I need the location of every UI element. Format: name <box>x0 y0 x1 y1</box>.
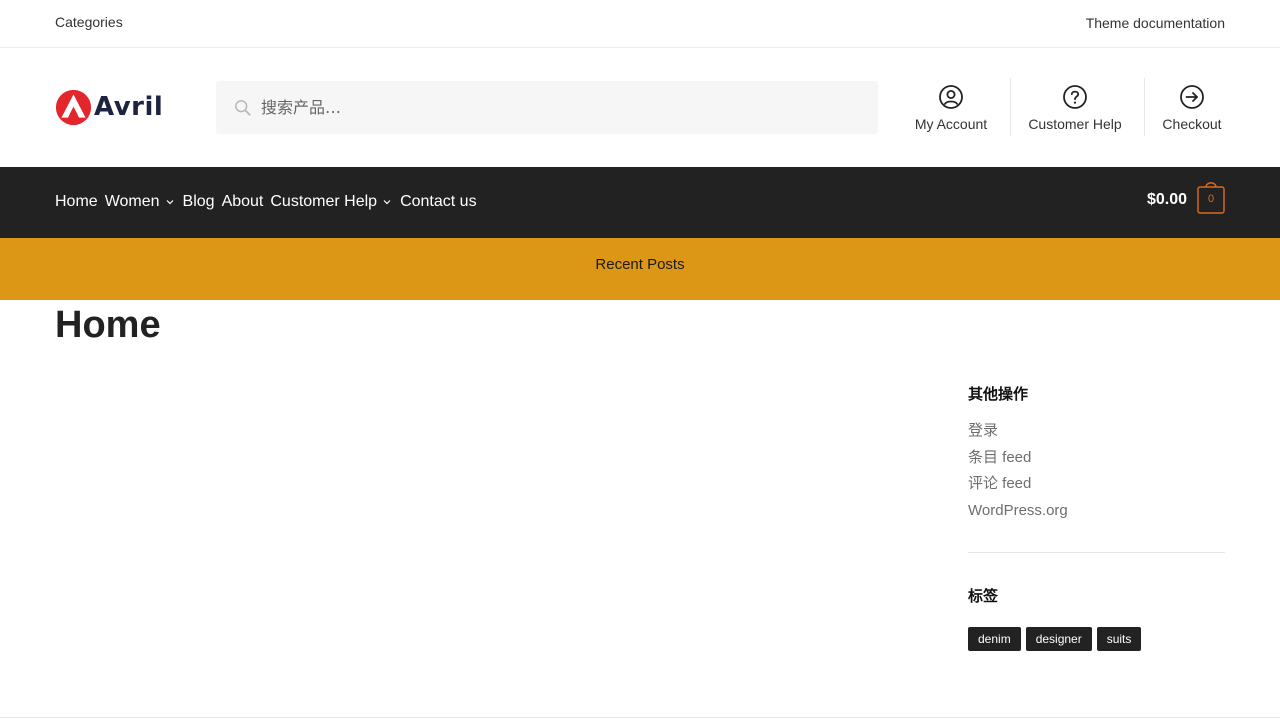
nav-item-label: Women <box>104 193 160 210</box>
nav-item-contact-us[interactable]: Contact us <box>400 193 476 211</box>
top-bar: Categories Theme documentation <box>0 0 1280 48</box>
mini-cart[interactable]: $0.00 0 <box>1147 181 1225 215</box>
widget-divider <box>968 552 1225 553</box>
my-account-label: My Account <box>914 116 988 132</box>
checkout-label: Checkout <box>1162 116 1222 132</box>
nav-menu: Home Women Blog About Customer Help Cont… <box>55 193 484 211</box>
recent-posts-banner: Recent Posts <box>0 238 1280 300</box>
nav-item-blog[interactable]: Blog <box>183 193 215 211</box>
primary-navigation: Home Women Blog About Customer Help Cont… <box>0 167 1280 238</box>
nav-item-label: About <box>221 193 264 210</box>
theme-documentation-link[interactable]: Theme documentation <box>1086 15 1225 31</box>
nav-item-label: Home <box>55 193 98 210</box>
my-account-link[interactable]: My Account <box>905 78 997 138</box>
customer-help-label: Customer Help <box>1028 116 1122 132</box>
site-logo[interactable]: Avril <box>55 88 163 126</box>
tag-denim[interactable]: denim <box>968 627 1021 651</box>
tags-widget-title: 标签 <box>968 588 999 605</box>
recent-posts-link[interactable]: Recent Posts <box>0 256 1280 273</box>
categories-link[interactable]: Categories <box>55 14 123 30</box>
nav-item-women[interactable]: Women <box>105 193 176 211</box>
user-circle-icon <box>939 85 963 109</box>
tag-suits[interactable]: suits <box>1096 627 1142 651</box>
search-input[interactable] <box>261 81 861 134</box>
cart-bag: 0 <box>1197 181 1225 215</box>
arrow-right-circle-icon <box>1180 85 1204 109</box>
help-circle-icon <box>1063 85 1087 109</box>
meta-link-entries-feed[interactable]: 条目 feed <box>968 445 1225 472</box>
meta-link-login[interactable]: 登录 <box>968 418 1225 445</box>
nav-item-label: Contact us <box>400 193 477 210</box>
checkout-link[interactable]: Checkout <box>1158 78 1226 138</box>
logo-mark-icon <box>55 89 92 125</box>
meta-widget-title: 其他操作 <box>968 386 1029 403</box>
product-search <box>216 81 878 134</box>
meta-link-wordpress[interactable]: WordPress.org <box>968 498 1225 525</box>
customer-help-link[interactable]: Customer Help <box>1024 78 1126 138</box>
nav-item-home[interactable]: Home <box>55 193 98 211</box>
page-title: Home <box>55 304 161 346</box>
site-header: Avril My Account Customer Help C <box>0 48 1280 167</box>
nav-item-label: Blog <box>182 193 215 210</box>
footer-divider <box>0 717 1280 718</box>
nav-item-about[interactable]: About <box>222 193 264 211</box>
tag-cloud: denim designer suits <box>968 627 1225 651</box>
header-divider <box>1144 78 1145 136</box>
sidebar: 其他操作 登录 条目 feed 评论 feed WordPress.org 标签… <box>968 383 1225 651</box>
tag-designer[interactable]: designer <box>1025 627 1092 651</box>
chevron-down-icon <box>166 200 173 205</box>
cart-amount: $0.00 <box>1146 191 1187 208</box>
nav-item-label: Customer Help <box>270 193 378 210</box>
cart-count: 0 <box>1207 193 1215 205</box>
chevron-down-icon <box>383 200 391 205</box>
meta-link-comments-feed[interactable]: 评论 feed <box>968 471 1225 498</box>
nav-item-customer-help[interactable]: Customer Help <box>270 193 393 211</box>
meta-links: 登录 条目 feed 评论 feed WordPress.org <box>968 418 1225 524</box>
search-icon <box>235 100 251 116</box>
logo-text: Avril <box>94 92 164 122</box>
header-divider <box>1010 78 1011 136</box>
